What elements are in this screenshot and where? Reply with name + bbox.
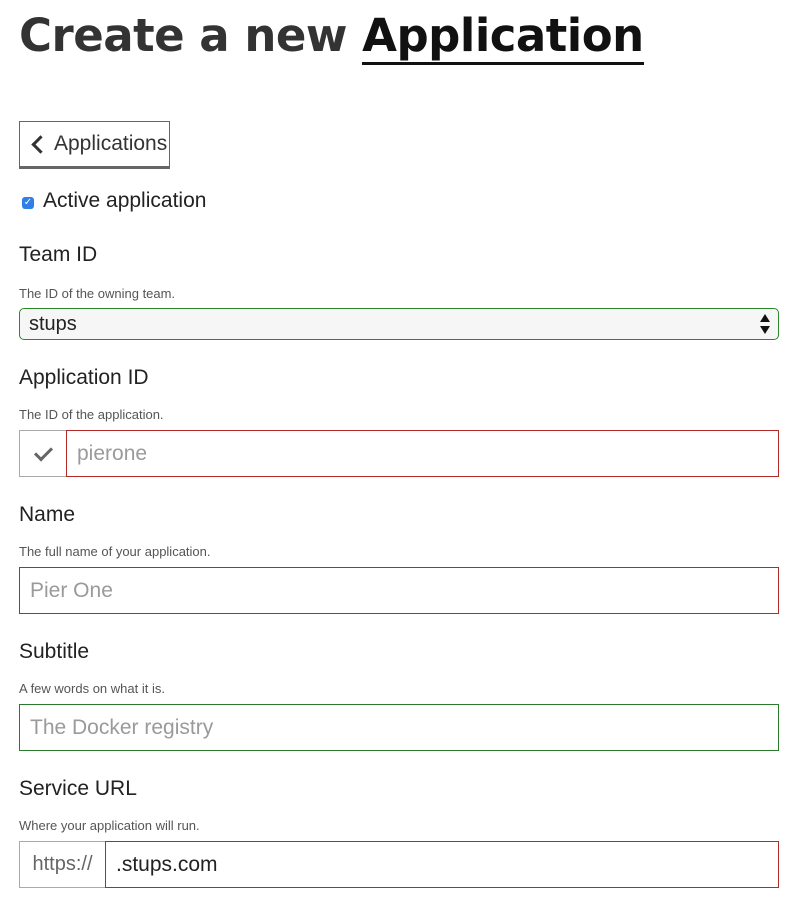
team-id-help: The ID of the owning team. bbox=[19, 286, 176, 301]
application-id-help: The ID of the application. bbox=[19, 407, 164, 422]
service-url-value: .stups.com bbox=[116, 852, 218, 876]
page-title: Create a new Application bbox=[19, 6, 644, 66]
active-application-label: Active application bbox=[43, 189, 207, 212]
subtitle-help: A few words on what it is. bbox=[19, 681, 165, 696]
subtitle-label: Subtitle bbox=[19, 640, 90, 663]
back-to-applications-button[interactable]: Applications bbox=[19, 121, 170, 169]
team-id-label: Team ID bbox=[19, 243, 98, 266]
application-id-addon bbox=[19, 430, 66, 477]
name-input[interactable]: Pier One bbox=[19, 567, 779, 614]
service-url-input[interactable]: .stups.com bbox=[105, 841, 779, 888]
name-label: Name bbox=[19, 503, 76, 526]
subtitle-placeholder: The Docker registry bbox=[30, 715, 214, 739]
active-application-checkbox[interactable]: ✓ bbox=[22, 197, 34, 209]
active-application-toggle[interactable]: ✓ Active application bbox=[22, 189, 206, 213]
team-id-select[interactable]: stups bbox=[19, 308, 779, 340]
application-id-label: Application ID bbox=[19, 366, 149, 389]
application-id-placeholder: pierone bbox=[77, 441, 148, 465]
service-url-help: Where your application will run. bbox=[19, 818, 200, 833]
chevron-left-icon bbox=[31, 134, 50, 154]
application-id-group: pierone bbox=[19, 430, 779, 477]
application-id-input[interactable]: pierone bbox=[66, 430, 779, 477]
service-url-prefix-text: https:// bbox=[32, 853, 93, 875]
back-button-label: Applications bbox=[54, 132, 168, 155]
page-title-prefix: Create a new bbox=[19, 9, 363, 62]
page-title-emphasis: Application bbox=[362, 9, 644, 65]
create-application-page: Create a new Application Applications ✓ … bbox=[0, 0, 810, 902]
name-group: Pier One bbox=[19, 567, 779, 614]
name-help: The full name of your application. bbox=[19, 544, 211, 559]
subtitle-group: The Docker registry bbox=[19, 704, 779, 751]
service-url-prefix: https:// bbox=[19, 841, 105, 888]
select-arrows-icon bbox=[760, 314, 770, 334]
checkmark-icon bbox=[33, 441, 53, 462]
service-url-group: https:// .stups.com bbox=[19, 841, 779, 888]
service-url-label: Service URL bbox=[19, 777, 137, 800]
name-placeholder: Pier One bbox=[30, 578, 113, 602]
subtitle-input[interactable]: The Docker registry bbox=[19, 704, 779, 751]
team-id-selected-value: stups bbox=[29, 312, 77, 335]
